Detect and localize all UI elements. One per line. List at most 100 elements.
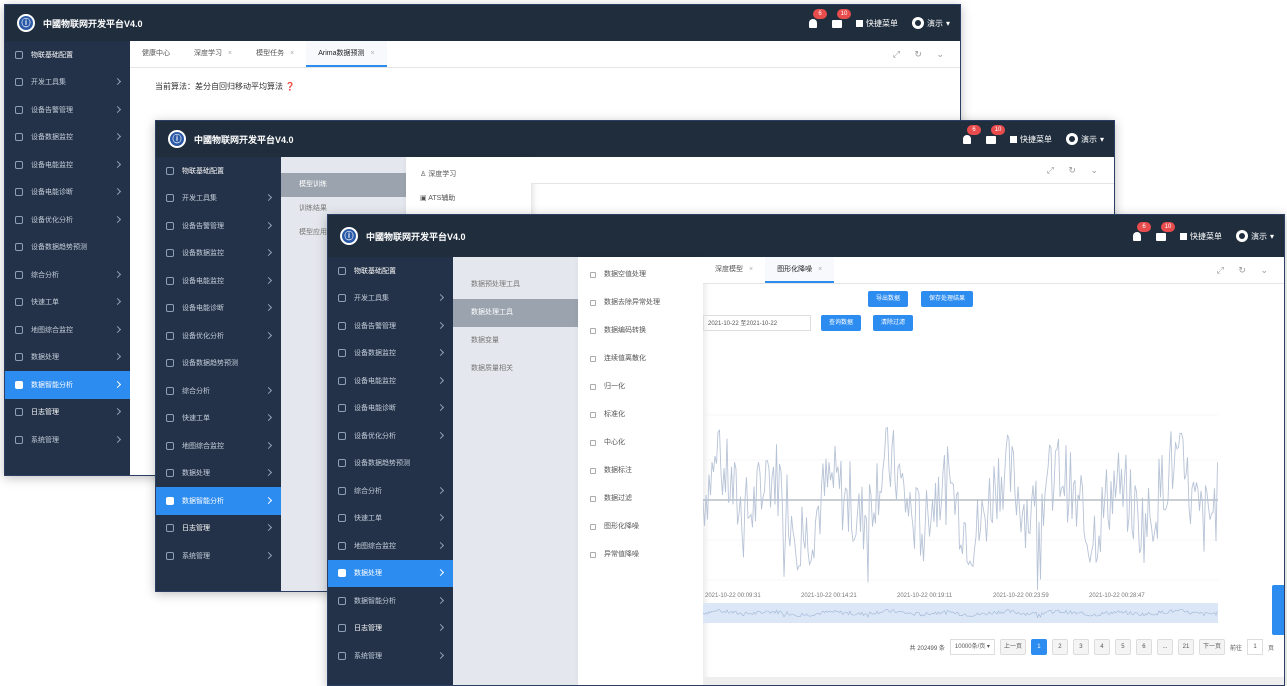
submenu-item[interactable]: ▣ ATS辅助: [406, 187, 531, 211]
page-button[interactable]: 3: [1072, 639, 1089, 655]
sidebar-item[interactable]: 设备数据监控: [156, 240, 281, 268]
prev-page-button[interactable]: 上一页: [999, 639, 1026, 655]
sidebar-item[interactable]: 地图综合监控: [156, 432, 281, 460]
page-button[interactable]: 1: [1030, 639, 1047, 655]
submenu-item[interactable]: 数据编码转换: [578, 317, 703, 345]
query-data-button[interactable]: 查询数据: [821, 315, 862, 331]
submenu-item[interactable]: 归一化: [578, 373, 703, 401]
bell-icon[interactable]: 6: [962, 125, 981, 145]
next-page-button[interactable]: 下一页: [1198, 639, 1225, 655]
submenu-item[interactable]: 数据变量: [453, 327, 578, 355]
submenu-item[interactable]: 图形化降噪: [578, 513, 703, 541]
date-range-input[interactable]: 2021-10-22 至2021-10-22: [703, 315, 811, 331]
sidebar-item[interactable]: 设备电能监控: [5, 151, 130, 179]
page-jump-input[interactable]: 1: [1246, 639, 1263, 655]
quick-menu-button[interactable]: 快捷菜单: [1009, 134, 1052, 145]
sidebar-item[interactable]: 系统管理: [5, 426, 130, 454]
floating-toolbar[interactable]: [1272, 585, 1284, 635]
tab-active[interactable]: 图形化降噪 ×: [765, 257, 835, 283]
sidebar-item[interactable]: 综合分析: [156, 377, 281, 405]
submenu-item[interactable]: 数据质量相关: [453, 355, 578, 383]
sidebar-item[interactable]: 设备数据监控: [5, 124, 130, 152]
sidebar-item[interactable]: 设备告警管理: [156, 212, 281, 240]
sidebar-item[interactable]: 设备优化分析: [5, 206, 130, 234]
sidebar-item[interactable]: 系统管理: [156, 542, 281, 570]
submenu-item[interactable]: 异常值降噪: [578, 541, 703, 569]
submenu-item[interactable]: 数据预处理工具: [453, 271, 578, 299]
submenu-item[interactable]: 数据空值处理: [578, 261, 703, 289]
sidebar-item[interactable]: 设备告警管理: [5, 96, 130, 124]
clear-filter-button[interactable]: 清除过滤: [873, 315, 914, 331]
submenu-item[interactable]: 数据过滤: [578, 485, 703, 513]
sidebar-item[interactable]: 设备告警管理: [328, 312, 453, 340]
sidebar-item[interactable]: 日志管理: [5, 399, 130, 427]
sidebar-item[interactable]: 系统管理: [328, 642, 453, 670]
submenu-item[interactable]: 模型训练: [281, 173, 406, 197]
tab[interactable]: 模型任务 ×: [244, 41, 306, 67]
message-icon[interactable]: 10: [985, 125, 1005, 145]
sidebar-item[interactable]: 日志管理: [156, 515, 281, 543]
sidebar-item[interactable]: 设备优化分析: [328, 422, 453, 450]
tab-tools-icons[interactable]: ⤢ ↻ ⌄: [893, 49, 960, 60]
horizontal-scrollbar[interactable]: [703, 677, 1284, 685]
page-button[interactable]: 5: [1114, 639, 1131, 655]
sidebar-item[interactable]: 地图综合监控: [5, 316, 130, 344]
user-menu[interactable]: 演示 ▾: [1235, 230, 1274, 242]
tab-active[interactable]: Arima数据预测 ×: [306, 41, 387, 67]
sidebar-item[interactable]: 数据处理: [5, 344, 130, 372]
page-size-select[interactable]: 10000条/页 ▾: [949, 639, 995, 655]
sidebar-item[interactable]: 综合分析: [328, 477, 453, 505]
quick-menu-button[interactable]: 快捷菜单: [855, 18, 898, 29]
submenu-item[interactable]: 数据处理工具: [453, 299, 578, 327]
sidebar-item[interactable]: 物联基础配置: [5, 41, 130, 69]
sidebar-item[interactable]: 设备电能诊断: [156, 295, 281, 323]
submenu-item[interactable]: 中心化: [578, 429, 703, 457]
submenu-item[interactable]: 数据标注: [578, 457, 703, 485]
page-ellipsis[interactable]: ...: [1156, 639, 1173, 655]
sidebar-item[interactable]: 快速工单: [5, 289, 130, 317]
submenu-item[interactable]: 连续值离散化: [578, 345, 703, 373]
sidebar-item[interactable]: 开发工具集: [5, 69, 130, 97]
sidebar-item[interactable]: 物联基础配置: [156, 157, 281, 185]
tab[interactable]: 深度模型 ×: [703, 257, 765, 283]
bell-icon[interactable]: 6: [1132, 222, 1151, 242]
tab-tools-icons[interactable]: ⤢ ↻ ⌄: [1217, 265, 1284, 276]
message-icon[interactable]: 10: [1155, 222, 1175, 242]
sidebar-item[interactable]: 设备数据趋势预测: [5, 234, 130, 262]
sidebar-item[interactable]: 设备电能诊断: [328, 395, 453, 423]
sidebar-item[interactable]: 快速工单: [156, 405, 281, 433]
submenu-item[interactable]: ♙ 深度学习: [406, 163, 531, 187]
sidebar-item[interactable]: 设备电能监控: [156, 267, 281, 295]
close-icon[interactable]: ×: [228, 50, 232, 57]
sidebar-item[interactable]: 快速工单: [328, 505, 453, 533]
sidebar-item[interactable]: 设备数据监控: [328, 340, 453, 368]
close-icon[interactable]: ×: [290, 50, 294, 57]
export-data-button[interactable]: 导出数据: [868, 291, 909, 307]
page-button[interactable]: 4: [1093, 639, 1110, 655]
close-icon[interactable]: ×: [818, 266, 822, 273]
sidebar-item[interactable]: 设备优化分析: [156, 322, 281, 350]
sidebar-item[interactable]: 设备电能监控: [328, 367, 453, 395]
user-menu[interactable]: 演示 ▾: [1065, 133, 1104, 145]
sidebar-item[interactable]: 数据智能分析: [328, 587, 453, 615]
sidebar-item[interactable]: 物联基础配置: [328, 257, 453, 285]
sidebar-item[interactable]: 设备电能诊断: [5, 179, 130, 207]
page-button[interactable]: 6: [1135, 639, 1152, 655]
help-icon[interactable]: ❓: [285, 82, 295, 91]
submenu-item[interactable]: 数据去除异常处理: [578, 289, 703, 317]
close-icon[interactable]: ×: [749, 266, 753, 273]
sidebar-item[interactable]: 开发工具集: [156, 185, 281, 213]
sidebar-item[interactable]: 数据智能分析: [156, 487, 281, 515]
sidebar-item[interactable]: 设备数据趋势预测: [328, 450, 453, 478]
save-result-button[interactable]: 保存处理结果: [921, 291, 974, 307]
sidebar-item[interactable]: 综合分析: [5, 261, 130, 289]
tab[interactable]: 深度学习 ×: [182, 41, 244, 67]
sidebar-item[interactable]: 数据智能分析: [5, 371, 130, 399]
tab-tools-icons[interactable]: ⤢ ↻ ⌄: [1047, 165, 1114, 176]
sidebar-item[interactable]: 设备数据趋势预测: [156, 350, 281, 378]
quick-menu-button[interactable]: 快捷菜单: [1179, 231, 1222, 242]
sidebar-item[interactable]: 数据处理: [156, 460, 281, 488]
page-button[interactable]: 2: [1051, 639, 1068, 655]
sidebar-item[interactable]: 地图综合监控: [328, 532, 453, 560]
user-menu[interactable]: 演示 ▾: [911, 17, 950, 29]
